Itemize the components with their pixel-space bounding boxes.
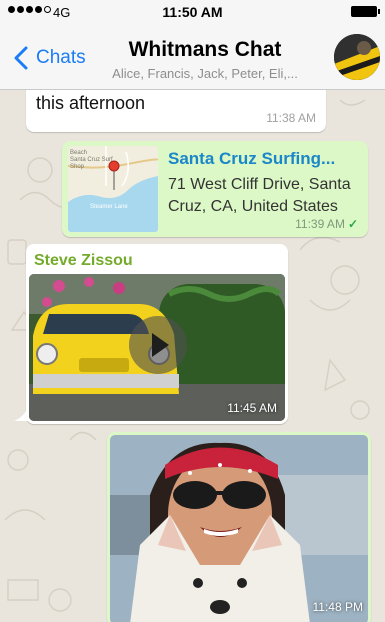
- group-avatar[interactable]: [334, 34, 380, 80]
- chat-header: Chats Whitmans Chat Alice, Francis, Jack…: [0, 24, 385, 90]
- back-label: Chats: [36, 47, 86, 68]
- location-address: 71 West Cliff Drive, Santa Cruz, CA, Uni…: [168, 176, 351, 215]
- chevron-left-icon: [14, 46, 28, 70]
- check-icon: ✓: [347, 217, 358, 231]
- chat-participants[interactable]: Alice, Francis, Jack, Peter, Eli,...: [80, 66, 330, 81]
- location-title[interactable]: Santa Cruz Surfing...: [168, 149, 335, 169]
- photo-thumbnail[interactable]: [110, 435, 368, 622]
- map-label: Santa Cruz Surf: [70, 157, 113, 163]
- map-label: Shop: [70, 164, 85, 170]
- message-timestamp: 11:39 AM: [295, 217, 345, 231]
- status-time: 11:50 AM: [162, 4, 223, 20]
- bubble-tail: [14, 407, 28, 421]
- message-timestamp: 11:48 PM: [312, 600, 363, 614]
- sender-name[interactable]: Steve Zissou: [34, 252, 133, 270]
- play-button[interactable]: [129, 316, 187, 374]
- battery-icon: [351, 6, 380, 17]
- video-message[interactable]: Steve Zissou 11:45 AM: [26, 244, 288, 424]
- message-timestamp: 11:38 AM: [266, 111, 316, 125]
- message-timestamp: 11:45 AM: [227, 401, 277, 415]
- status-bar: 4G 11:50 AM: [0, 0, 385, 24]
- chat-title[interactable]: Whitmans Chat: [90, 38, 320, 62]
- map-thumbnail[interactable]: Beach Santa Cruz Surf Shop Steamer Lane: [68, 146, 158, 232]
- back-button[interactable]: Chats: [12, 46, 86, 70]
- location-message[interactable]: Beach Santa Cruz Surf Shop Steamer Lane …: [62, 141, 368, 237]
- photo-message[interactable]: 11:48 PM: [107, 432, 371, 622]
- video-thumbnail[interactable]: 11:45 AM: [29, 274, 285, 421]
- map-label: Steamer Lane: [90, 204, 128, 210]
- message-meta: 11:39 AM ✓: [295, 217, 358, 231]
- map-label: Beach: [70, 150, 87, 156]
- play-icon: [152, 333, 169, 357]
